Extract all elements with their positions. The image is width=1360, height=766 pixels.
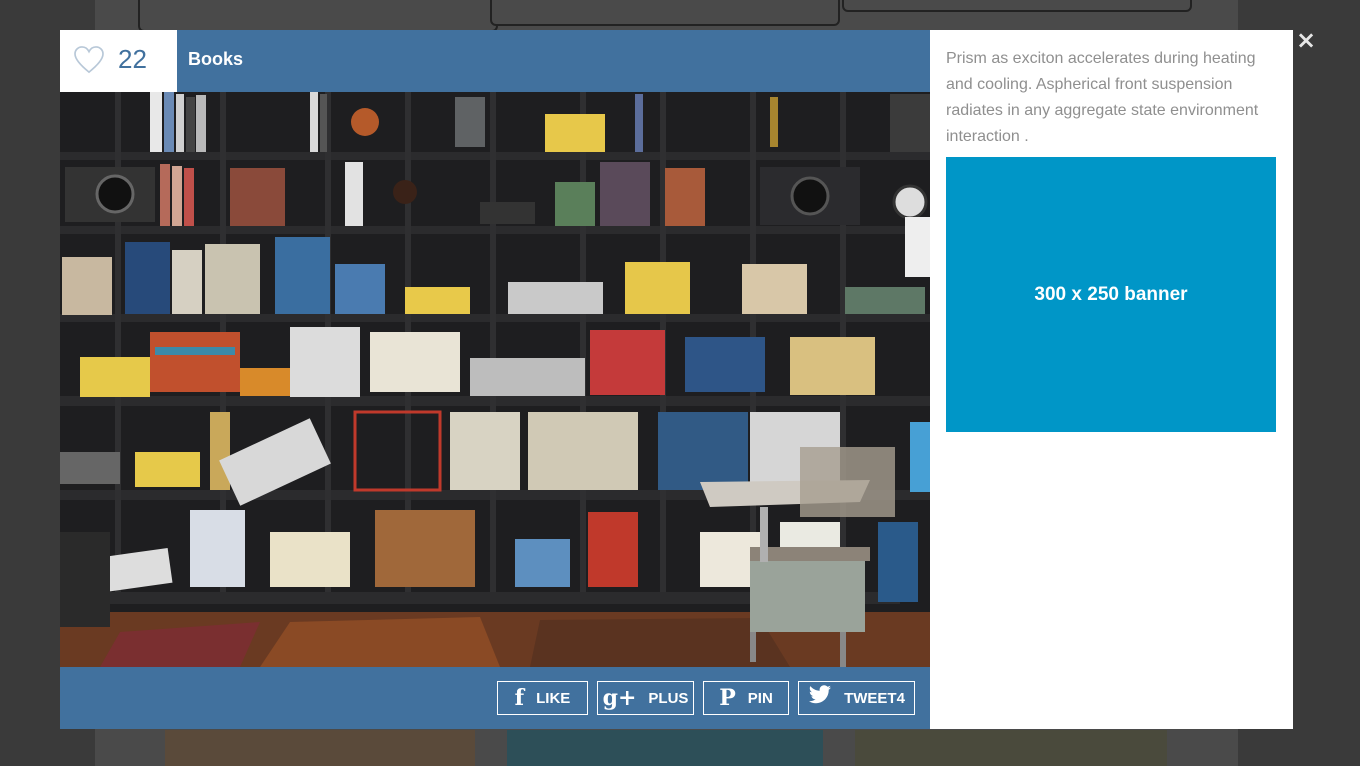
bg-box-1 <box>138 0 498 32</box>
image-description: Prism as exciton accelerates during heat… <box>946 50 1259 145</box>
pinterest-icon: P <box>719 685 736 711</box>
close-button[interactable]: × <box>1296 28 1316 52</box>
share-plus-label: PLUS <box>648 689 689 707</box>
twitter-icon <box>808 685 832 711</box>
like-counter[interactable]: 22 <box>60 30 177 92</box>
share-like-button[interactable]: f LIKE <box>497 681 588 715</box>
share-tweet-label: TWEET4 <box>844 689 905 707</box>
bg-thumbnail-3 <box>855 730 1167 766</box>
modal-header: 22 Books <box>60 30 930 92</box>
bg-box-2 <box>490 0 840 26</box>
ad-banner[interactable]: 300 x 250 banner <box>946 157 1276 432</box>
google-plus-icon: g+ <box>602 685 637 711</box>
info-panel: Prism as exciton accelerates during heat… <box>930 30 1293 729</box>
bookshelf-photo <box>60 92 930 667</box>
lightbox-modal: 22 Books f LIKE g+ PLUS P PIN TWEET4 Pri… <box>60 30 1293 729</box>
share-pin-button[interactable]: P PIN <box>703 681 789 715</box>
share-tweet-button[interactable]: TWEET4 <box>798 681 915 715</box>
share-like-label: LIKE <box>536 689 571 707</box>
facebook-icon: f <box>514 685 525 711</box>
share-pin-label: PIN <box>747 689 773 707</box>
ad-banner-label: 300 x 250 banner <box>1034 283 1188 305</box>
likes-count: 22 <box>118 44 147 74</box>
bg-thumbnail-2 <box>507 730 823 766</box>
heart-icon[interactable] <box>74 46 104 74</box>
bookshelf-image <box>60 92 930 667</box>
share-plus-button[interactable]: g+ PLUS <box>597 681 694 715</box>
media-panel: 22 Books f LIKE g+ PLUS P PIN TWEET4 <box>60 30 930 729</box>
image-title: Books <box>188 49 244 69</box>
bg-thumbnail-1 <box>165 730 475 766</box>
share-bar: f LIKE g+ PLUS P PIN TWEET4 <box>60 667 930 729</box>
bg-box-3 <box>842 0 1192 12</box>
